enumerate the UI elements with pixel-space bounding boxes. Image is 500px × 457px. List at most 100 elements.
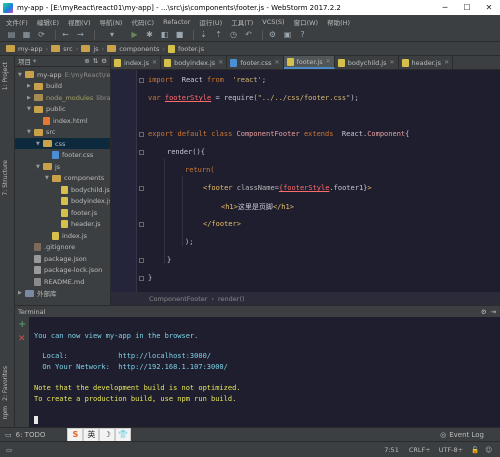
menu-code[interactable]: 代码(C) (131, 17, 154, 27)
collapse-icon[interactable]: ⇅ (93, 57, 98, 65)
tree-item[interactable]: ▼ js (36, 161, 60, 172)
expanded-arrow-icon[interactable]: ▼ (36, 141, 43, 147)
nav-crumb-components[interactable]: components › (107, 45, 165, 53)
open-folder-icon[interactable]: ▤ (6, 29, 17, 40)
debug-icon[interactable]: ✱ (144, 29, 155, 40)
expanded-arrow-icon[interactable]: ▼ (18, 72, 25, 78)
layout-icon[interactable]: ▭ (5, 431, 12, 439)
close-tab-icon[interactable]: ✕ (389, 59, 394, 66)
fold-marker-icon[interactable] (139, 78, 144, 83)
structure-tool-tab[interactable]: 7: Structure (2, 160, 9, 196)
fold-marker-icon[interactable] (139, 186, 144, 191)
sogou-logo-icon[interactable]: S (67, 427, 84, 442)
tree-item[interactable]: header.js (54, 219, 101, 230)
favorites-tool-tab[interactable]: 2: Favorites (2, 366, 9, 401)
help-icon[interactable]: ? (297, 29, 308, 40)
project-view-selector[interactable]: 项目 (18, 56, 31, 66)
expanded-arrow-icon[interactable]: ▼ (27, 129, 34, 135)
tree-item[interactable]: README.md (27, 276, 84, 287)
inspector-icon[interactable]: ☺ (485, 446, 492, 454)
menu-help[interactable]: 帮助(H) (327, 17, 350, 27)
menu-tools[interactable]: 工具(T) (231, 17, 253, 27)
tree-item[interactable]: footer.js (54, 207, 97, 218)
close-tab-icon[interactable]: ✕ (152, 59, 157, 66)
event-log-tool-tab[interactable]: Event Log (449, 431, 484, 439)
sync-icon[interactable]: ⟳ (36, 29, 47, 40)
history-icon[interactable]: ◷ (228, 29, 239, 40)
tree-item[interactable]: ▼ public (27, 104, 66, 115)
expanded-arrow-icon[interactable]: ▼ (45, 175, 52, 181)
menu-file[interactable]: 文件(F) (6, 17, 28, 27)
project-tool-tab[interactable]: 1: Project (2, 62, 9, 90)
tab-bodyindex-js[interactable]: bodyindex.js ✕ (161, 56, 228, 69)
vcs-update-icon[interactable]: ⇣ (198, 29, 209, 40)
new-session-icon[interactable]: + (18, 319, 26, 330)
close-tab-icon[interactable]: ✕ (218, 59, 223, 66)
menu-vcs[interactable]: VCS(S) (262, 18, 284, 26)
menu-navigate[interactable]: 导航(N) (100, 17, 123, 27)
target-icon[interactable]: ⊕ (84, 57, 89, 65)
tab-bodychild-js[interactable]: bodychild.js ✕ (335, 56, 399, 69)
forward-icon[interactable]: → (75, 29, 86, 40)
moon-icon[interactable]: ☽ (99, 427, 116, 442)
stop-icon[interactable]: ■ (174, 29, 185, 40)
collapsed-arrow-icon[interactable]: ▶ (27, 95, 34, 101)
run-icon[interactable]: ▶ (129, 29, 140, 40)
tree-item[interactable]: ▶ 外部库 (18, 288, 57, 299)
breadcrumb-method[interactable]: render() (218, 295, 245, 303)
menu-window[interactable]: 窗口(W) (294, 17, 319, 27)
coverage-icon[interactable]: ◧ (159, 29, 170, 40)
run-config-icon[interactable]: ▾ (99, 29, 125, 40)
collapsed-arrow-icon[interactable]: ▶ (27, 83, 34, 89)
breadcrumb-class[interactable]: ComponentFooter (149, 295, 207, 303)
project-structure-icon[interactable]: ▣ (282, 29, 293, 40)
tree-item[interactable]: ▼ css (15, 138, 110, 149)
tab-footer-css[interactable]: footer.css ✕ (227, 56, 284, 69)
revert-icon[interactable]: ↶ (243, 29, 254, 40)
npm-tool-tab[interactable]: npm (2, 406, 9, 419)
tree-item[interactable]: package.json (27, 253, 87, 264)
nav-crumb-file[interactable]: footer.js (167, 44, 204, 53)
tree-item[interactable]: package-lock.json (27, 265, 102, 276)
fold-marker-icon[interactable] (139, 132, 144, 137)
todo-tool-tab[interactable]: 6: TODO (16, 431, 46, 439)
close-session-icon[interactable]: ✕ (18, 334, 26, 344)
code-editor[interactable]: import React from 'react'; var footerSty… (111, 70, 500, 292)
tab-index-js[interactable]: index.js ✕ (111, 56, 162, 69)
tree-item[interactable]: ▼ components (45, 173, 104, 184)
menu-edit[interactable]: 编辑(E) (37, 17, 59, 27)
tree-item[interactable]: .gitignore (27, 242, 75, 253)
back-icon[interactable]: ← (60, 29, 71, 40)
settings-icon[interactable]: ⚙ (267, 29, 278, 40)
lock-icon[interactable]: 🔓 (471, 446, 479, 454)
tab-footer-js[interactable]: footer.js ✕ (283, 56, 335, 69)
editor-gutter[interactable] (111, 70, 137, 292)
tree-item[interactable]: footer.css (45, 150, 93, 161)
status-icon[interactable]: ▭ (6, 446, 12, 454)
terminal-panel[interactable]: Terminal ⚙ ⇥ + ✕ You can now view my-app… (15, 305, 500, 428)
tree-item[interactable]: index.js (45, 230, 87, 241)
line-separator[interactable]: CRLF÷ (409, 446, 431, 454)
event-log-icon[interactable]: ◎ (440, 431, 446, 439)
chevron-down-icon[interactable]: ▾ (33, 57, 36, 65)
file-encoding[interactable]: UTF-8÷ (439, 446, 463, 454)
tree-item[interactable]: ▼ src (27, 127, 56, 138)
skin-icon[interactable]: 👕 (115, 427, 132, 442)
expanded-arrow-icon[interactable]: ▼ (27, 106, 34, 112)
tree-item[interactable]: bodychild.js (54, 184, 110, 195)
fold-marker-icon[interactable] (139, 276, 144, 281)
tree-item[interactable]: index.html (36, 115, 88, 126)
menu-run[interactable]: 运行(U) (199, 17, 222, 27)
expanded-arrow-icon[interactable]: ▼ (36, 164, 43, 170)
menu-refactor[interactable]: Refactor (163, 18, 190, 26)
fold-marker-icon[interactable] (139, 150, 144, 155)
tree-item[interactable]: bodyindex.js (54, 196, 110, 207)
tab-header-js[interactable]: header.js ✕ (399, 56, 454, 69)
maximize-button[interactable]: ☐ (456, 0, 478, 15)
nav-crumb-js[interactable]: js › (81, 45, 104, 53)
tree-item[interactable]: ▼ my-appE:\myReact\react01\my-app (18, 69, 110, 80)
close-button[interactable]: ✕ (478, 0, 500, 15)
close-tab-icon[interactable]: ✕ (275, 59, 280, 66)
close-tab-icon[interactable]: ✕ (444, 59, 449, 66)
collapsed-arrow-icon[interactable]: ▶ (18, 290, 25, 296)
